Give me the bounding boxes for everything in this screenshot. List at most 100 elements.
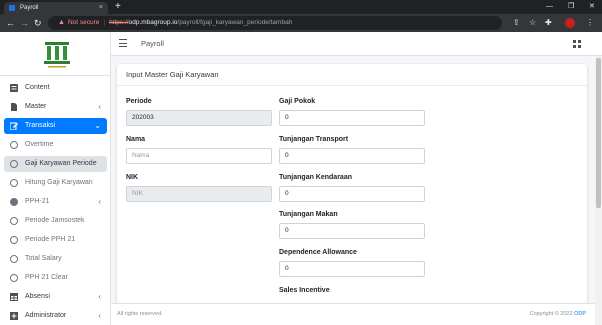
sidebar-item-gaji-karyawan-periode[interactable]: Gaji Karyawan Periode (4, 156, 107, 172)
file-icon (11, 103, 17, 111)
footer-copyright: Copyright © 2022 ODP (530, 304, 586, 325)
warning-icon: ▲ (58, 19, 65, 26)
sidebar-item-total-salary[interactable]: Total Salary (4, 251, 107, 267)
sidebar-item-label: Master (25, 103, 47, 110)
sales-incentive-label: Sales Incentive (279, 287, 330, 294)
navbar-title[interactable]: Payroll (141, 32, 164, 56)
sidebar-item-label: PPH 21 Clear (25, 274, 68, 281)
sidebar-item-label: Transaksi (25, 122, 56, 129)
sidebar-item-label: PPH-21 (25, 198, 50, 205)
nik-field[interactable]: NIK (126, 186, 272, 202)
sidebar-item-pph-21-clear[interactable]: PPH 21 Clear (4, 270, 107, 286)
table-icon (10, 293, 18, 301)
circle-icon (10, 236, 18, 244)
periode-label: Periode (126, 98, 152, 105)
chevron-left-icon: ‹ (98, 102, 101, 111)
gaji-pokok-label: Gaji Pokok (279, 98, 316, 105)
sidebar: Content Master ‹ Transaksi ⌄ Overtime Ga… (0, 32, 111, 325)
company-logo (44, 42, 70, 68)
sidebar-item-label: Periode Jamsostek (25, 217, 85, 224)
brand-logo-area[interactable] (0, 32, 110, 76)
url-scheme: https:// (109, 19, 129, 26)
sidebar-item-label: Hitung Gaji Karyawan (25, 179, 93, 186)
tunjangan-transport-label: Tunjangan Transport (279, 136, 349, 143)
bookmark-star-icon[interactable]: ☆ (529, 14, 536, 32)
nama-input[interactable]: Nama (126, 148, 272, 164)
sidebar-item-master[interactable]: Master ‹ (4, 99, 107, 115)
circle-icon (10, 255, 18, 263)
chevron-left-icon: ‹ (98, 311, 101, 320)
dependence-allowance-label: Dependence Allowance (279, 249, 357, 256)
sidebar-item-transaksi[interactable]: Transaksi ⌄ (4, 118, 107, 134)
nik-label: NIK (126, 174, 139, 181)
sidebar-item-administrator[interactable]: Administrator ‹ (4, 308, 107, 324)
minimize-button[interactable]: — (546, 0, 553, 13)
tunjangan-kendaraan-input[interactable]: 0 (279, 186, 425, 202)
footer-odp-link[interactable]: ODP (574, 311, 586, 317)
tab-favicon-icon (9, 5, 15, 11)
share-icon[interactable]: ⇪ (513, 14, 520, 32)
sidebar-item-hitung-gaji-karyawan[interactable]: Hitung Gaji Karyawan (4, 175, 107, 191)
apps-grid-icon[interactable] (573, 40, 581, 48)
hamburger-menu-icon[interactable] (119, 39, 127, 47)
sidebar-item-absensi[interactable]: Absensi ‹ (4, 289, 107, 305)
forward-arrow-icon[interactable]: → (20, 14, 29, 32)
sidebar-item-periode-pph-21[interactable]: Periode PPH 21 (4, 232, 107, 248)
maximize-button[interactable]: ❐ (568, 0, 574, 13)
circle-icon (10, 179, 18, 187)
footer-copyright-text: Copyright © 2022 (529, 311, 575, 317)
sidebar-item-label: Periode PPH 21 (25, 236, 76, 243)
browser-toolbar: ← → ↻ ▲ Not secure | https://odp.mbagroup.i… (0, 14, 602, 32)
page-footer: All rights reserved. Copyright © 2022 OD… (111, 303, 602, 325)
tab-close-icon[interactable]: × (99, 2, 103, 14)
browser-tab-bar: Payroll × + — ❐ ✕ (0, 0, 602, 14)
page-scrollbar[interactable] (595, 56, 602, 325)
circle-icon (10, 274, 18, 282)
browser-tab[interactable]: Payroll × (4, 2, 108, 14)
top-navbar: Payroll (111, 32, 602, 56)
card-title: Input Master Gaji Karyawan (117, 64, 587, 86)
plus-square-icon (10, 312, 18, 320)
sidebar-item-label: Content (25, 84, 50, 91)
tunjangan-transport-input[interactable]: 0 (279, 148, 425, 164)
circle-icon (10, 217, 18, 225)
sidebar-item-periode-jamsostek[interactable]: Periode Jamsostek (4, 213, 107, 229)
url-separator: | (103, 19, 106, 26)
back-arrow-icon[interactable]: ← (6, 14, 15, 32)
chevron-left-icon: ‹ (98, 197, 101, 206)
edit-icon (10, 122, 18, 130)
not-secure-label[interactable]: Not secure (68, 19, 99, 26)
periode-field[interactable]: 202003 (126, 110, 272, 126)
chevron-left-icon: ‹ (98, 292, 101, 301)
content-icon (10, 84, 18, 92)
tunjangan-makan-label: Tunjangan Makan (279, 211, 338, 218)
scrollbar-thumb[interactable] (596, 58, 601, 208)
profile-avatar[interactable] (565, 18, 575, 28)
circle-icon (10, 141, 18, 149)
tunjangan-kendaraan-label: Tunjangan Kendaraan (279, 174, 352, 181)
sidebar-item-content[interactable]: Content (4, 80, 107, 96)
tunjangan-makan-input[interactable]: 0 (279, 223, 425, 239)
url-path: /payroll/fgaji_karyawan_periode/tambah (177, 19, 293, 26)
browser-menu-icon[interactable]: ⋮ (586, 14, 594, 32)
chevron-down-icon: ⌄ (94, 121, 101, 130)
sidebar-item-overtime[interactable]: Overtime (4, 137, 107, 153)
sidebar-item-label: Absensi (25, 293, 50, 300)
circle-icon (10, 160, 18, 168)
reload-icon[interactable]: ↻ (34, 14, 42, 32)
new-tab-button[interactable]: + (115, 0, 121, 14)
footer-rights: All rights reserved. (117, 311, 163, 317)
window-close-button[interactable]: ✕ (589, 0, 595, 13)
sidebar-item-label: Total Salary (25, 255, 62, 262)
sidebar-item-label: Overtime (25, 141, 54, 148)
address-bar[interactable]: ▲ Not secure | https://odp.mbagroup.io/payr… (48, 16, 502, 30)
nama-label: Nama (126, 136, 146, 143)
extensions-puzzle-icon[interactable]: ✚ (545, 14, 552, 32)
sidebar-item-label: Administrator (25, 312, 67, 319)
form-card: Input Master Gaji Karyawan Periode 20200… (117, 64, 587, 304)
sidebar-item-label: Gaji Karyawan Periode (25, 160, 97, 167)
tab-title: Payroll (20, 5, 39, 11)
dependence-allowance-input[interactable]: 0 (279, 261, 425, 277)
sidebar-item-pph-21[interactable]: PPH-21 ‹ (4, 194, 107, 210)
gaji-pokok-input[interactable]: 0 (279, 110, 425, 126)
